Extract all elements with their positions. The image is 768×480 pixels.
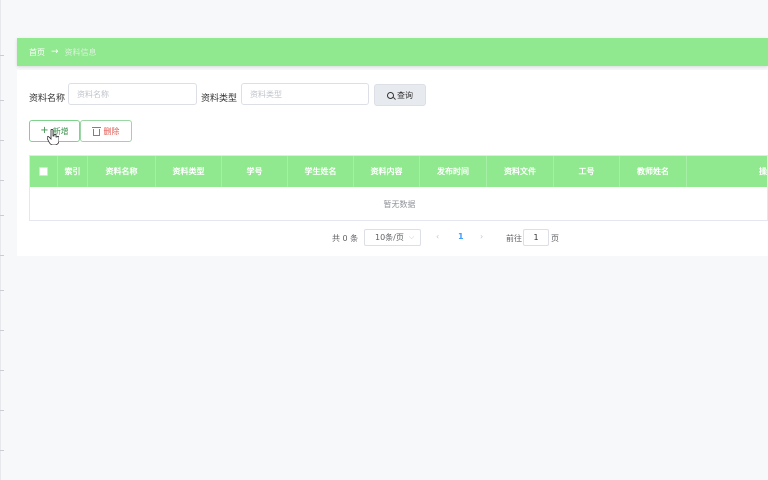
column-header: 工号 [554, 156, 620, 187]
goto-page-input[interactable] [523, 229, 549, 246]
next-page-icon[interactable]: › [480, 232, 483, 241]
hand-cursor-icon [47, 129, 59, 145]
page-suffix: 页 [551, 234, 559, 243]
page-size-select[interactable]: 10条/页 ⌵ [364, 229, 421, 246]
query-button-label: 查询 [397, 90, 413, 100]
column-header: 学号 [222, 156, 288, 187]
pagination: 共 0 条 10条/页 ⌵ ‹ 1 › 前往 页 [17, 229, 768, 249]
page-number[interactable]: 1 [458, 232, 464, 241]
column-header: 资料内容 [354, 156, 420, 187]
total-count: 共 0 条 [332, 234, 359, 243]
column-header: 资料文件 [487, 156, 554, 187]
search-form: 资料名称 资料类型 查询 [17, 70, 768, 120]
column-header: 索引 [58, 156, 88, 187]
type-input[interactable] [241, 83, 369, 105]
edge-tick [0, 55, 4, 56]
empty-state: 暂无数据 [383, 199, 416, 209]
column-header: 资料类型 [156, 156, 222, 187]
content-card: 资料名称 资料类型 查询 + 新增 删除 索引 资料名称 资料类型 学号 学生姓… [17, 70, 768, 256]
search-icon [387, 91, 394, 99]
page-left-edge [0, 0, 1, 480]
edge-tick [0, 290, 4, 291]
table-header: 索引 资料名称 资料类型 学号 学生姓名 资料内容 发布时间 资料文件 工号 教… [30, 156, 767, 187]
delete-button-label: 删除 [103, 126, 120, 136]
column-header: 教师姓名 [620, 156, 687, 187]
chevron-down-icon: ⌵ [408, 233, 415, 241]
edge-tick [0, 330, 4, 331]
breadcrumb-current: 资料信息 [64, 47, 97, 57]
trash-icon [91, 126, 101, 136]
edge-tick [0, 100, 4, 101]
goto-label: 前往 [506, 234, 522, 243]
name-input[interactable] [68, 83, 197, 105]
breadcrumb: 首页 → 资料信息 [17, 38, 768, 66]
prev-page-icon[interactable]: ‹ [436, 232, 439, 241]
column-header: 资料名称 [88, 156, 156, 187]
breadcrumb-separator: → [51, 47, 59, 57]
column-header: 操 [759, 167, 767, 176]
column-header: 学生姓名 [288, 156, 354, 187]
data-table: 索引 资料名称 资料类型 学号 学生姓名 资料内容 发布时间 资料文件 工号 教… [29, 155, 768, 221]
edge-tick [0, 370, 4, 371]
edge-tick [0, 140, 4, 141]
edge-tick [0, 450, 4, 451]
breadcrumb-home[interactable]: 首页 [29, 47, 45, 58]
select-all-checkbox[interactable] [39, 167, 48, 176]
name-label: 资料名称 [29, 94, 66, 104]
page-size-value: 10条/页 [375, 233, 404, 242]
delete-button[interactable]: 删除 [80, 120, 132, 142]
edge-tick [0, 410, 4, 411]
type-label: 资料类型 [201, 94, 238, 104]
select-all-cell [30, 156, 58, 187]
edge-tick [0, 215, 4, 216]
column-header: 发布时间 [420, 156, 487, 187]
query-button[interactable]: 查询 [374, 84, 426, 106]
edge-tick [0, 180, 4, 181]
edge-tick [0, 255, 4, 256]
